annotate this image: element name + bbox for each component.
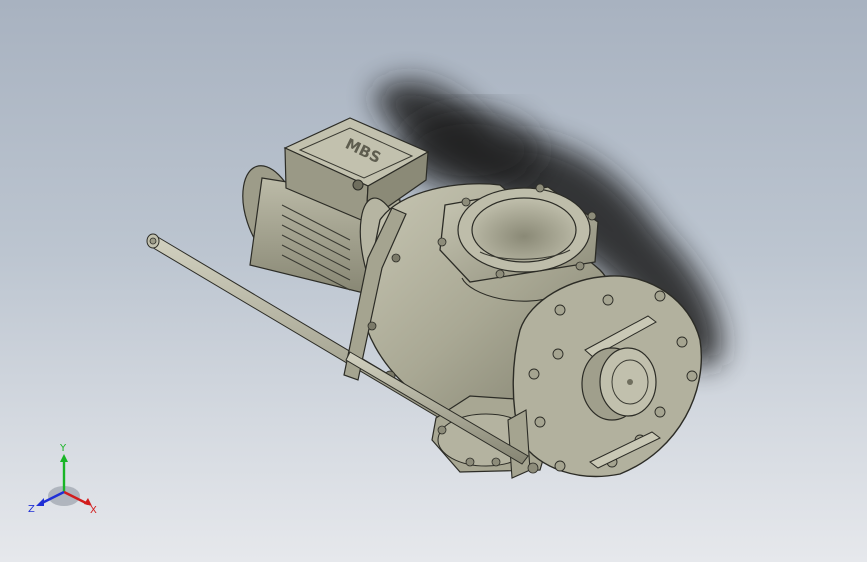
triad-x-label: X (90, 505, 97, 516)
end-cover[interactable] (512, 275, 702, 478)
coordinate-triad: Y X Z (26, 444, 106, 524)
triad-z-label: Z (28, 504, 35, 515)
triad-y-label: Y (60, 443, 67, 454)
3d-model[interactable]: MBS (0, 0, 867, 562)
graphics-viewport[interactable]: MBS Y X Z (0, 0, 867, 562)
